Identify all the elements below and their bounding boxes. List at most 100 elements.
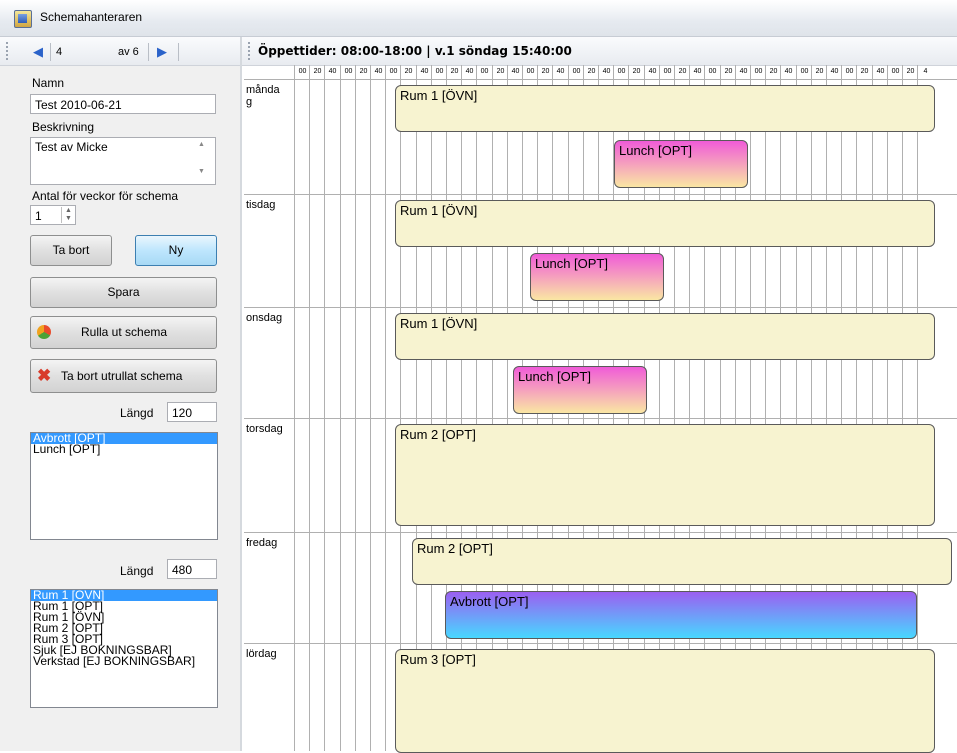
title-bar	[0, 0, 957, 37]
delete-rollout-button[interactable]: ✖ Ta bort utrullat schema	[30, 359, 217, 393]
schedule-block[interactable]: Rum 2 [OPT]	[395, 424, 935, 526]
weeks-label: Antal för veckor för schema	[32, 189, 179, 203]
time-tick-label: 40	[324, 65, 340, 79]
red-x-icon: ✖	[37, 366, 52, 385]
schedule-grid[interactable]: 00 20 40 00 20 40 00 20 40 00 20 40 00 20 40 00 20 40 00 20…	[244, 65, 957, 753]
time-tick-label: 00	[704, 65, 720, 79]
scroll-up-icon[interactable]: ▲	[198, 141, 205, 148]
time-tick-label: 40	[507, 65, 523, 79]
schedule-block[interactable]: Rum 3 [OPT]	[395, 649, 935, 753]
time-tick-label: 40	[826, 65, 842, 79]
time-tick-label: 20	[856, 65, 872, 79]
record-count-label: av 6	[118, 46, 139, 58]
day-row: tisdag Rum 1 [ÖVN] Lunch [OPT]	[244, 194, 957, 308]
toolbar-separator	[148, 43, 149, 61]
time-tick-label: 20	[492, 65, 508, 79]
time-tick-label: 40	[552, 65, 568, 79]
time-tick-label: 00	[841, 65, 857, 79]
time-tick-label: 40	[370, 65, 386, 79]
time-tick-label: 00	[476, 65, 492, 79]
schedule-block[interactable]: Rum 1 [ÖVN]	[395, 200, 935, 247]
time-tick-label: 40	[689, 65, 705, 79]
time-tick-label: 40	[735, 65, 751, 79]
next-record-icon[interactable]: ▶	[154, 43, 170, 61]
description-text: Test av Micke	[35, 140, 108, 154]
time-tick-label: 20	[628, 65, 644, 79]
rollout-schedule-button[interactable]: Rulla ut schema	[30, 316, 217, 349]
prev-record-icon[interactable]: ◀	[30, 43, 46, 61]
break-list[interactable]: Avbrott [OPT] Lunch [OPT]	[30, 432, 218, 540]
day-label: onsdag	[246, 312, 283, 324]
time-tick-label: 40	[872, 65, 888, 79]
day-row: fredag Rum 2 [OPT] Avbrott [OPT]	[244, 532, 957, 644]
day-label: lördag	[246, 648, 277, 660]
time-tick-label: 20	[902, 65, 918, 79]
time-tick-label: 20	[446, 65, 462, 79]
toolbar-separator	[178, 43, 179, 61]
save-button[interactable]: Spara	[30, 277, 217, 308]
toolbar-separator	[50, 43, 51, 61]
schedule-block[interactable]: Avbrott [OPT]	[445, 591, 917, 639]
day-label: fredag	[246, 537, 278, 549]
time-tick-label: 4	[917, 65, 933, 79]
list-item[interactable]: Verkstad [EJ BOKNINGSBAR]	[31, 655, 217, 667]
time-tick-label: 20	[720, 65, 736, 79]
record-position-input[interactable]: 4	[56, 44, 112, 60]
time-tick-label: 20	[400, 65, 416, 79]
time-tick-label: 40	[461, 65, 477, 79]
day-label: torsdag	[246, 423, 283, 435]
name-field[interactable]: Test 2010-06-21	[30, 94, 216, 114]
spinner-arrows-icon[interactable]: ▲ ▼	[61, 207, 75, 223]
schedule-block[interactable]: Lunch [OPT]	[614, 140, 748, 188]
time-tick-label: 00	[750, 65, 766, 79]
schedule-block[interactable]: Rum 1 [ÖVN]	[395, 313, 935, 360]
time-tick-label: 20	[537, 65, 553, 79]
time-tick-label: 00	[613, 65, 629, 79]
time-tick-label: 40	[416, 65, 432, 79]
list-item[interactable]: Lunch [OPT]	[31, 443, 217, 455]
toolbar-grip[interactable]	[248, 42, 252, 60]
app-icon	[14, 10, 32, 28]
new-button[interactable]: Ny	[135, 235, 217, 266]
opening-hours-label: Öppettider: 08:00-18:00 | v.1 söndag 15:…	[258, 44, 572, 58]
time-tick-label: 00	[385, 65, 401, 79]
time-tick-label: 40	[644, 65, 660, 79]
schedule-block[interactable]: Rum 2 [OPT]	[412, 538, 952, 585]
time-tick-label: 20	[309, 65, 325, 79]
time-tick-label: 00	[659, 65, 675, 79]
time-tick-label: 40	[780, 65, 796, 79]
time-tick-label: 20	[355, 65, 371, 79]
toolbar-grip[interactable]	[6, 42, 10, 60]
rollout-label: Rulla ut schema	[81, 325, 168, 339]
window-title: Schemahanteraren	[40, 10, 143, 24]
activity-list[interactable]: Rum 1 [ÖVN] Rum 1 [OPT] Rum 1 [ÖVN] Rum …	[30, 589, 218, 708]
description-label: Beskrivning	[32, 120, 95, 134]
time-tick-label: 20	[583, 65, 599, 79]
time-tick-label: 20	[811, 65, 827, 79]
delete-rollout-label: Ta bort utrullat schema	[61, 369, 183, 383]
weeks-value: 1	[35, 209, 42, 223]
length-label-2: Längd	[120, 564, 154, 578]
day-label: tisdag	[246, 199, 276, 211]
scroll-down-icon[interactable]: ▼	[198, 168, 205, 175]
length-field-2[interactable]: 480	[167, 559, 217, 579]
time-tick-label: 20	[674, 65, 690, 79]
time-tick-label: 00	[340, 65, 356, 79]
schedule-block[interactable]: Lunch [OPT]	[530, 253, 664, 301]
day-row: torsdag Rum 2 [OPT]	[244, 418, 957, 533]
length-field-1[interactable]: 120	[167, 402, 217, 422]
panel-splitter[interactable]	[240, 37, 242, 751]
time-tick-label: 00	[796, 65, 812, 79]
rollout-icon	[37, 325, 51, 339]
day-row: månda g Rum 1 [ÖVN] Lunch [OPT]	[244, 79, 957, 195]
description-field[interactable]: Test av Micke	[30, 137, 216, 185]
schedule-block[interactable]: Lunch [OPT]	[513, 366, 647, 414]
time-tick-label: 20	[765, 65, 781, 79]
name-label: Namn	[32, 76, 65, 90]
delete-button[interactable]: Ta bort	[30, 235, 112, 266]
time-tick-label: 00	[294, 65, 310, 79]
time-tick-label: 40	[598, 65, 614, 79]
day-row: lördag Rum 3 [OPT]	[244, 643, 957, 753]
time-tick-label: 00	[887, 65, 903, 79]
schedule-block[interactable]: Rum 1 [ÖVN]	[395, 85, 935, 132]
